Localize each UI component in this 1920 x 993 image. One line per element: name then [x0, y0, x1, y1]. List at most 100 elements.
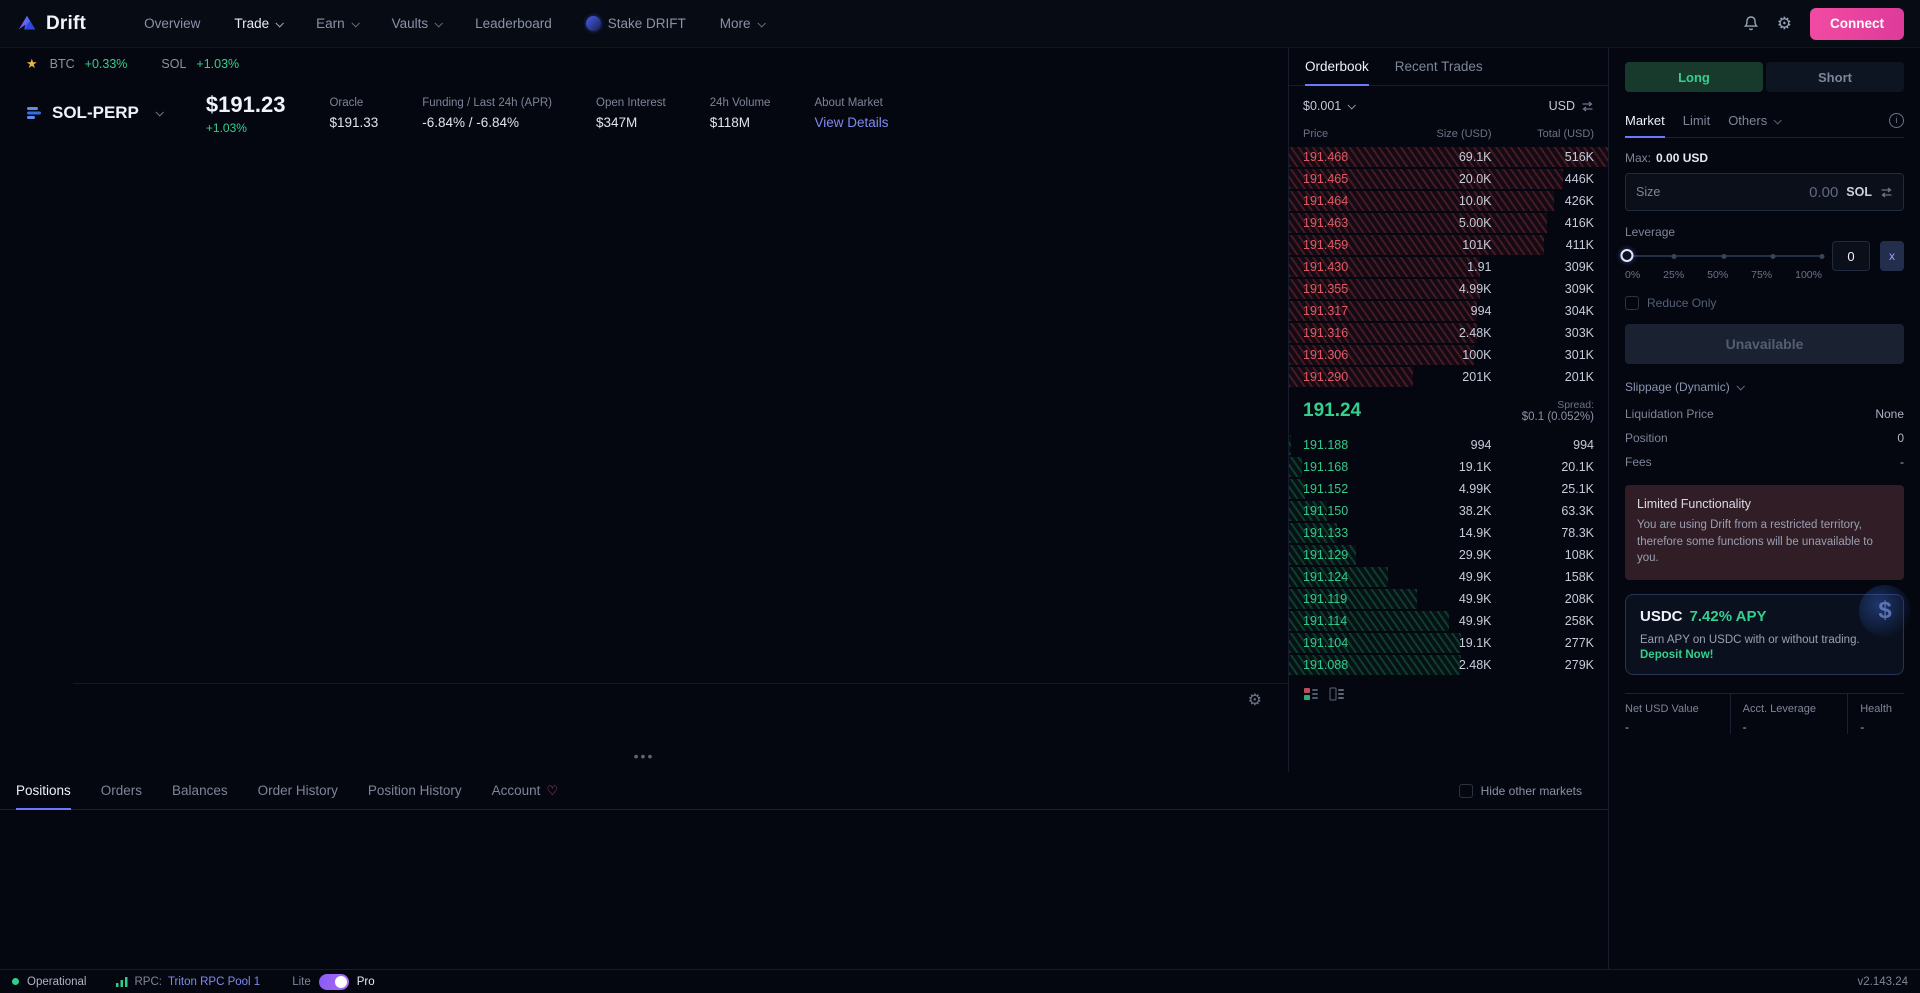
leverage-input[interactable]: 0 [1832, 241, 1870, 271]
favorites-star-icon[interactable]: ★ [26, 56, 38, 72]
ticker-btc-change: +0.33% [85, 57, 128, 71]
orderbook-ask-row[interactable]: 191.3162.48K303K [1289, 322, 1608, 344]
leverage-label: Leverage [1625, 225, 1904, 239]
orderbook-ask-row[interactable]: 191.290201K201K [1289, 366, 1608, 388]
brand-name: Drift [46, 13, 86, 35]
deposit-now-link[interactable]: Deposit Now! [1640, 649, 1889, 661]
short-tab[interactable]: Short [1766, 62, 1904, 92]
tab-others[interactable]: Others [1728, 104, 1780, 137]
orderbook-column-headers: Price Size (USD) Total (USD) [1289, 126, 1608, 146]
orderbook-ask-row[interactable]: 191.46520.0K446K [1289, 168, 1608, 190]
usdc-apy-card[interactable]: $ USDC 7.42% APY Earn APY on USDC with o… [1625, 594, 1904, 675]
price-block: $191.23 +1.03% [206, 92, 286, 135]
leverage-tick-label: 75% [1751, 269, 1772, 281]
reduce-only-row: Reduce Only [1625, 296, 1904, 310]
heart-icon: ♡ [546, 783, 558, 799]
market-selector[interactable]: SOL-PERP [26, 103, 162, 123]
hide-other-markets-checkbox[interactable] [1459, 784, 1473, 798]
orderbook-ask-row[interactable]: 191.3554.99K309K [1289, 278, 1608, 300]
view-details-link[interactable]: View Details [814, 115, 888, 130]
nav-item-stake-drift[interactable]: Stake DRIFT [586, 16, 686, 31]
connect-wallet-button[interactable]: Connect [1810, 8, 1904, 40]
chevron-down-icon [1774, 116, 1782, 124]
orderbook-panel: Orderbook Recent Trades $0.001 USD [1288, 48, 1608, 772]
order-info-rows: Liquidation PriceNonePosition0Fees- [1625, 407, 1904, 469]
brand[interactable]: Drift [16, 13, 86, 35]
tab-account[interactable]: Account♡ [492, 772, 558, 809]
chart-area[interactable]: ⚙ ••• [0, 146, 1288, 772]
orderbook-bid-row[interactable]: 191.188994994 [1289, 434, 1608, 456]
submit-order-button[interactable]: Unavailable [1625, 324, 1904, 364]
long-tab[interactable]: Long [1625, 62, 1763, 92]
orderbook-depth-view-icon[interactable] [1329, 686, 1345, 702]
tab-balances[interactable]: Balances [172, 772, 228, 809]
panel-resize-handle[interactable]: ••• [634, 748, 655, 764]
depth-bar [1289, 435, 1291, 455]
reduce-only-checkbox[interactable] [1625, 296, 1639, 310]
orderbook-ask-row[interactable]: 191.306100K301K [1289, 344, 1608, 366]
nav-item-more[interactable]: More [720, 16, 764, 31]
left-column: ★ BTC +0.33% SOL +1.03% SOL-PERP [0, 48, 1608, 969]
orderbook-bid-row[interactable]: 191.12449.9K158K [1289, 566, 1608, 588]
ticker-btc-label[interactable]: BTC [50, 57, 75, 71]
nav-item-overview[interactable]: Overview [144, 16, 200, 31]
leverage-tick-label: 100% [1795, 269, 1822, 281]
orderbook-bid-row[interactable]: 191.0882.48K279K [1289, 654, 1608, 676]
max-row: Max: 0.00 USD [1625, 151, 1904, 165]
leverage-x-badge[interactable]: x [1880, 241, 1904, 271]
nav-item-earn[interactable]: Earn [316, 16, 358, 31]
orderbook-ask-row[interactable]: 191.4635.00K416K [1289, 212, 1608, 234]
chart-settings-icon[interactable]: ⚙ [1248, 690, 1262, 710]
ticker-sol-label[interactable]: SOL [161, 57, 186, 71]
chevron-down-icon [155, 108, 163, 116]
orderbook-bid-row[interactable]: 191.13314.9K78.3K [1289, 522, 1608, 544]
leverage-slider-knob[interactable] [1620, 249, 1633, 262]
unit-toggle[interactable]: USD [1549, 99, 1594, 113]
account-tabs: Positions Orders Balances Order History Posi… [16, 772, 558, 809]
favorites-ticker-bar: ★ BTC +0.33% SOL +1.03% [0, 48, 1288, 80]
tab-orders[interactable]: Orders [101, 772, 142, 809]
orderbook-ask-row[interactable]: 191.317994304K [1289, 300, 1608, 322]
orderbook-bid-row[interactable]: 191.10419.1K277K [1289, 632, 1608, 654]
size-input[interactable]: Size 0.00 SOL [1625, 173, 1904, 211]
leverage-slider[interactable] [1625, 249, 1822, 263]
main-nav: Overview Trade Earn Vaults Leaderboard Stake … [144, 16, 763, 31]
orderbook-ask-row[interactable]: 191.46410.0K426K [1289, 190, 1608, 212]
tab-positions[interactable]: Positions [16, 772, 71, 809]
tab-orderbook[interactable]: Orderbook [1305, 48, 1369, 85]
grouping-select[interactable]: $0.001 [1303, 99, 1354, 113]
nav-item-vaults[interactable]: Vaults [392, 16, 442, 31]
status-text: Operational [27, 976, 86, 988]
tab-market[interactable]: Market [1625, 104, 1665, 137]
rpc-selector[interactable]: Triton RPC Pool 1 [168, 976, 260, 988]
volume-stat: 24h Volume $118M [710, 97, 771, 130]
slippage-selector[interactable]: Slippage (Dynamic) [1625, 380, 1904, 394]
notifications-bell-icon[interactable] [1743, 15, 1759, 32]
orderbook-ask-row[interactable]: 191.459101K411K [1289, 234, 1608, 256]
nav-item-leaderboard[interactable]: Leaderboard [475, 16, 552, 31]
tab-limit[interactable]: Limit [1683, 104, 1710, 137]
info-row-position: Position0 [1625, 431, 1904, 445]
nav-item-trade[interactable]: Trade [234, 16, 282, 31]
status-bar: Operational RPC: Triton RPC Pool 1 Lite … [0, 969, 1920, 993]
orderbook-bid-row[interactable]: 191.15038.2K63.3K [1289, 500, 1608, 522]
lite-pro-toggle[interactable] [319, 974, 349, 990]
tab-position-history[interactable]: Position History [368, 772, 462, 809]
price-change: +1.03% [206, 121, 286, 135]
status-dot [12, 978, 19, 985]
orderbook-bid-row[interactable]: 191.1524.99K25.1K [1289, 478, 1608, 500]
orderbook-split-view-icon[interactable] [1303, 686, 1319, 702]
orderbook-bid-row[interactable]: 191.16819.1K20.1K [1289, 456, 1608, 478]
orderbook-bid-row[interactable]: 191.12929.9K108K [1289, 544, 1608, 566]
orderbook-ask-row[interactable]: 191.4301.91309K [1289, 256, 1608, 278]
settings-gear-icon[interactable]: ⚙ [1777, 15, 1792, 32]
orderbook-ask-row[interactable]: 191.46869.1K516K [1289, 146, 1608, 168]
tab-recent-trades[interactable]: Recent Trades [1395, 48, 1483, 85]
hide-other-markets: Hide other markets [1459, 784, 1582, 798]
orderbook-bid-row[interactable]: 191.11949.9K208K [1289, 588, 1608, 610]
app-version: v2.143.24 [1857, 976, 1908, 988]
info-icon[interactable]: i [1889, 113, 1904, 128]
tab-order-history[interactable]: Order History [258, 772, 338, 809]
orderbook-bid-row[interactable]: 191.11449.9K258K [1289, 610, 1608, 632]
swap-arrows-icon[interactable] [1880, 187, 1893, 198]
